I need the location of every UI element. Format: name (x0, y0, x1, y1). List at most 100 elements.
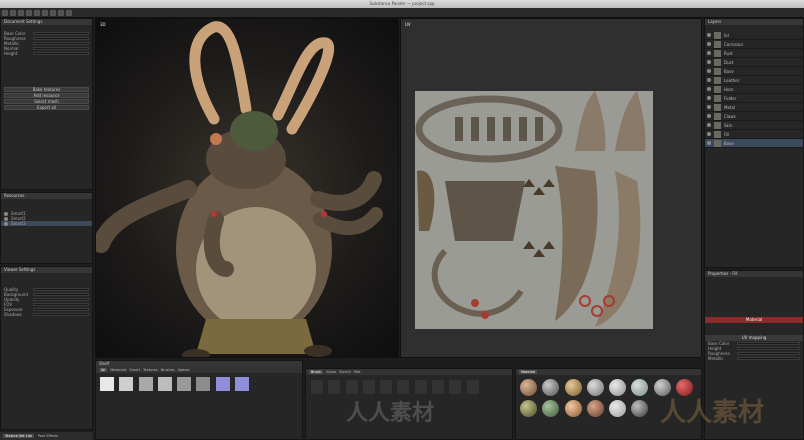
tab-brush[interactable]: Brush (309, 370, 324, 374)
material-sphere[interactable] (520, 379, 537, 396)
tab-stencil[interactable]: Stencil (339, 370, 351, 374)
layer-label: Rust (724, 50, 733, 56)
layer-row[interactable]: Folder (705, 94, 803, 103)
eye-icon[interactable] (707, 141, 711, 145)
eye-icon[interactable] (707, 87, 711, 91)
layer-row[interactable]: Skin (705, 121, 803, 130)
eye-icon[interactable] (707, 60, 711, 64)
brush-icon[interactable] (431, 380, 444, 394)
clone-icon[interactable] (34, 9, 40, 16)
select-mesh-button[interactable]: Select mesh (4, 99, 89, 104)
layer-row[interactable]: Rust (705, 49, 803, 58)
layer-label: Metal (724, 104, 736, 110)
layer-row[interactable]: Claws (705, 112, 803, 121)
eraser-icon[interactable] (10, 9, 16, 16)
tab-material[interactable]: Material (519, 370, 538, 374)
brush-icon[interactable] (380, 380, 393, 394)
eye-icon[interactable] (707, 33, 711, 37)
tab-smart[interactable]: Smart (129, 368, 140, 372)
material-sphere[interactable] (542, 400, 560, 417)
add-resource-button[interactable]: Add resource (4, 93, 89, 98)
tab-textures[interactable]: Textures (143, 368, 158, 372)
tab-post-effects[interactable]: Post Effects (38, 434, 58, 438)
picker-icon[interactable] (42, 9, 48, 16)
tab-brushes[interactable]: Brushes (161, 368, 175, 372)
shelf-texture[interactable] (138, 377, 153, 391)
layer-row[interactable]: Metal (705, 103, 803, 112)
shelf-texture[interactable] (177, 377, 192, 391)
tab-materials[interactable]: Materials (110, 368, 126, 372)
setting-row[interactable]: Shadows (1, 312, 92, 317)
material-sphere[interactable] (609, 379, 627, 396)
material-sphere[interactable] (586, 379, 604, 396)
shelf-texture[interactable] (157, 377, 172, 391)
eye-icon[interactable] (707, 132, 711, 136)
eye-icon[interactable] (707, 69, 711, 73)
layer-row[interactable]: Base (705, 67, 803, 76)
tab-mat[interactable]: Mat (354, 370, 361, 374)
layer-row[interactable]: lid (705, 31, 803, 40)
export-button[interactable]: Export all (4, 105, 89, 110)
eye-icon[interactable] (707, 51, 711, 55)
eye-icon[interactable] (707, 105, 711, 109)
smudge-icon[interactable] (26, 9, 32, 16)
eye-icon[interactable] (707, 123, 711, 127)
brush-icon[interactable] (397, 380, 410, 394)
eye-icon[interactable] (707, 42, 711, 46)
brush-icon[interactable] (362, 380, 375, 394)
layer-row[interactable]: Horn (705, 85, 803, 94)
material-sphere[interactable] (564, 400, 582, 417)
eye-icon[interactable] (707, 114, 711, 118)
layer-label: Fill (724, 131, 730, 137)
material-sphere[interactable] (542, 379, 560, 396)
shelf-texture[interactable] (196, 377, 211, 391)
redo-icon[interactable] (66, 9, 72, 16)
layer-row[interactable]: Base (705, 139, 803, 148)
viewport-2d[interactable]: UV (400, 18, 702, 358)
material-sphere[interactable] (631, 400, 649, 417)
eye-icon[interactable] (707, 96, 711, 100)
property-row[interactable]: Metallic (705, 356, 803, 361)
paint-icon[interactable] (2, 9, 8, 16)
tab-alpha[interactable]: Alpha (326, 370, 336, 374)
layer-thumbnail (714, 121, 721, 129)
tab-all[interactable]: All (99, 368, 108, 372)
material-sphere[interactable] (520, 400, 537, 417)
tab-texture-set[interactable]: Texture Set List (3, 434, 34, 438)
eye-icon (4, 211, 8, 216)
layer-row[interactable]: Corrosion (705, 40, 803, 49)
document-settings-panel: Document Settings Base Color Roughness M… (0, 18, 93, 190)
material-sphere[interactable] (586, 400, 604, 417)
brush-icon[interactable] (449, 380, 462, 394)
material-sphere[interactable] (564, 379, 582, 396)
brush-icon[interactable] (414, 380, 427, 394)
layer-label: Folder (724, 95, 737, 101)
viewport-label: UV (405, 22, 411, 27)
shelf-texture[interactable] (215, 377, 230, 391)
undo-icon[interactable] (58, 9, 64, 16)
shelf-texture[interactable] (100, 377, 114, 391)
eye-icon (4, 216, 8, 221)
layer-row[interactable]: Dust (705, 58, 803, 67)
polygon-fill-icon[interactable] (50, 9, 56, 16)
projection-icon[interactable] (18, 9, 24, 16)
shelf-texture[interactable] (234, 377, 249, 391)
material-sphere[interactable] (609, 400, 627, 417)
layer-row[interactable]: Fill (705, 130, 803, 139)
bake-button[interactable]: Bake textures (4, 87, 89, 92)
tab-alphas[interactable]: Alphas (178, 368, 190, 372)
brush-icon[interactable] (345, 380, 358, 394)
material-sphere[interactable] (631, 379, 649, 396)
eye-icon[interactable] (707, 78, 711, 82)
brush-icon[interactable] (311, 380, 323, 394)
resource-item[interactable]: Smart3 (1, 221, 92, 226)
viewer-settings-panel: Viewer Settings Quality Background Opaci… (0, 266, 93, 430)
brush-icon[interactable] (466, 380, 479, 394)
brush-icon[interactable] (328, 380, 341, 394)
layer-thumbnail (714, 58, 721, 66)
uv-islands (415, 91, 646, 327)
viewport-3d[interactable]: 3D (95, 18, 399, 358)
shelf-texture[interactable] (119, 377, 134, 391)
layer-thumbnail (714, 130, 721, 138)
layer-row[interactable]: Leather (705, 76, 803, 85)
